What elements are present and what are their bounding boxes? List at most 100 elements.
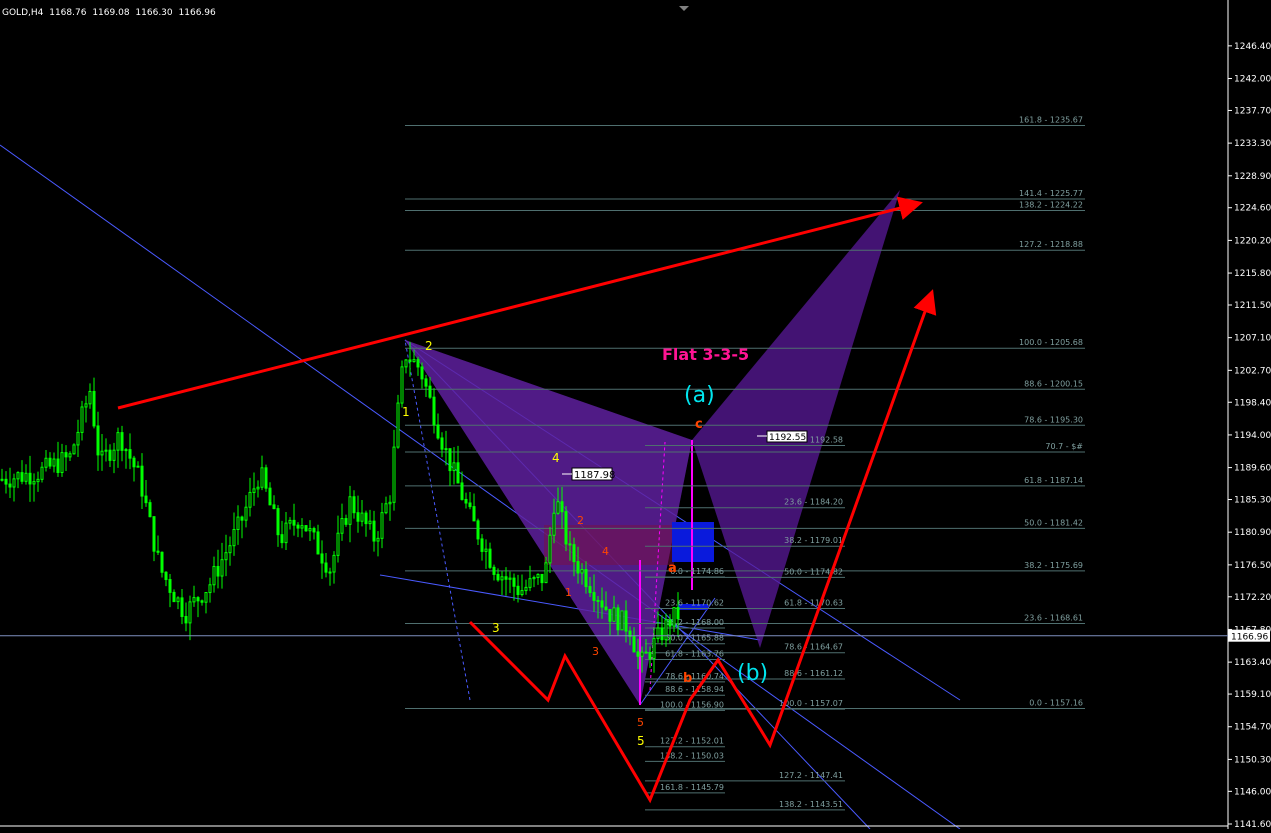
chart-area[interactable]: 161.8 - 1235.67 141.4 - 1225.77 138.2 - 12… [0, 0, 1271, 830]
candle-body [156, 550, 160, 553]
candle-body [496, 573, 500, 581]
candle-body [152, 516, 156, 552]
candle-body [472, 506, 476, 522]
candle-body [204, 592, 208, 603]
candle-body [28, 472, 32, 485]
candle-body [456, 462, 460, 484]
axis-tick-label: 1150.30 [1234, 755, 1271, 765]
fib-label: 61.8 - 1170.63 [784, 598, 843, 607]
candle-body [192, 597, 196, 603]
candle-body [412, 359, 416, 363]
axis-tick-label: 1194.00 [1234, 431, 1271, 441]
axis-tick-label: 1237.70 [1234, 106, 1271, 116]
candle-body [548, 534, 552, 564]
candle-body [292, 519, 296, 526]
price-chart[interactable]: 161.8 - 1235.67 141.4 - 1225.77 138.2 - 12… [0, 0, 1271, 830]
butterfly-right-wing [692, 190, 900, 648]
candle-body [284, 522, 288, 544]
fib-label: 100.0 - 1205.68 [1019, 338, 1083, 347]
candle-body [96, 425, 100, 456]
candle-body [104, 449, 108, 452]
candle-body [644, 651, 648, 654]
candle-body [160, 551, 164, 573]
fib-label: 141.4 - 1225.77 [1019, 189, 1083, 198]
candle-body [640, 651, 644, 657]
candle-body [16, 472, 20, 480]
wave-num-orange: 1 [565, 586, 572, 599]
candle-body [52, 458, 56, 467]
candle-body [524, 586, 528, 592]
fib-label: 50.0 - 1181.42 [1024, 518, 1083, 527]
candle-body [208, 584, 212, 594]
candle-body [564, 511, 568, 545]
candle-body [76, 431, 80, 446]
candle-body [588, 586, 592, 594]
candle-body [452, 462, 456, 472]
candle-body [444, 448, 448, 451]
candle-body [648, 651, 652, 659]
candle-body [184, 615, 188, 624]
candle-body [116, 432, 120, 451]
candle-body [432, 396, 436, 426]
candle-body [384, 503, 388, 514]
candle-body [376, 537, 380, 542]
fib-label: 38.2 - 1179.01 [784, 536, 843, 545]
candle-body [172, 591, 176, 603]
axis-tick-label: 1185.30 [1234, 496, 1271, 506]
axis-tick-label: 1233.30 [1234, 139, 1271, 149]
candle-body [556, 501, 560, 514]
candle-body [220, 559, 224, 577]
axis-tick-label: 1189.60 [1234, 464, 1271, 474]
candle-body [408, 359, 412, 363]
fib-label: 138.2 - 1143.51 [779, 800, 843, 809]
fib-label: 138.2 - 1224.22 [1019, 201, 1083, 210]
candle-body [228, 545, 232, 554]
axis-tick-label: 1242.00 [1234, 75, 1271, 85]
candle-body [124, 449, 128, 452]
candle-body [480, 538, 484, 552]
candle-body [120, 432, 124, 451]
candle-body [652, 638, 656, 659]
candle-body [360, 512, 364, 522]
axis-tick-label: 1163.40 [1234, 658, 1271, 668]
candle-body [296, 524, 300, 529]
axis-tick-label: 1202.70 [1234, 366, 1271, 376]
candle-body [552, 512, 556, 536]
candle-body [68, 453, 72, 458]
candle-body [632, 635, 636, 653]
candle-body [48, 457, 52, 467]
candle-body [484, 548, 488, 552]
candle-body [600, 600, 604, 608]
candle-body [188, 601, 192, 624]
fib-label: 161.8 - 1145.79 [660, 783, 724, 792]
candle-body [148, 502, 152, 518]
trend-line [0, 144, 961, 830]
candle-body [608, 608, 612, 622]
fib-label: 78.6 - 1160.74 [665, 672, 724, 681]
candle-body [584, 569, 588, 588]
wave-num-yellow: 1 [402, 405, 410, 419]
axis-tick-label: 1198.40 [1234, 398, 1271, 408]
candle-body [140, 465, 144, 497]
candle-body [440, 437, 444, 450]
candle-body [532, 576, 536, 580]
fib-label: 0.0 - 1157.16 [1029, 698, 1083, 707]
candle-body [420, 366, 424, 380]
axis-tick-label: 1220.20 [1234, 236, 1271, 246]
candle-body [36, 478, 40, 483]
candle-body [100, 450, 104, 456]
candle-body [372, 520, 376, 542]
axis-tick-label: 1176.50 [1234, 561, 1271, 571]
candle-body [528, 578, 532, 588]
candle-body [300, 525, 304, 529]
candle-body [580, 569, 584, 574]
candle-body [676, 607, 680, 620]
candle-body [636, 651, 640, 657]
candle-body [348, 496, 352, 525]
candle-body [56, 458, 60, 474]
candle-body [364, 512, 368, 525]
axis-tick-label: 1154.70 [1234, 723, 1271, 733]
candle-body [592, 592, 596, 601]
candle-body [620, 610, 624, 631]
candle-body [428, 385, 432, 398]
